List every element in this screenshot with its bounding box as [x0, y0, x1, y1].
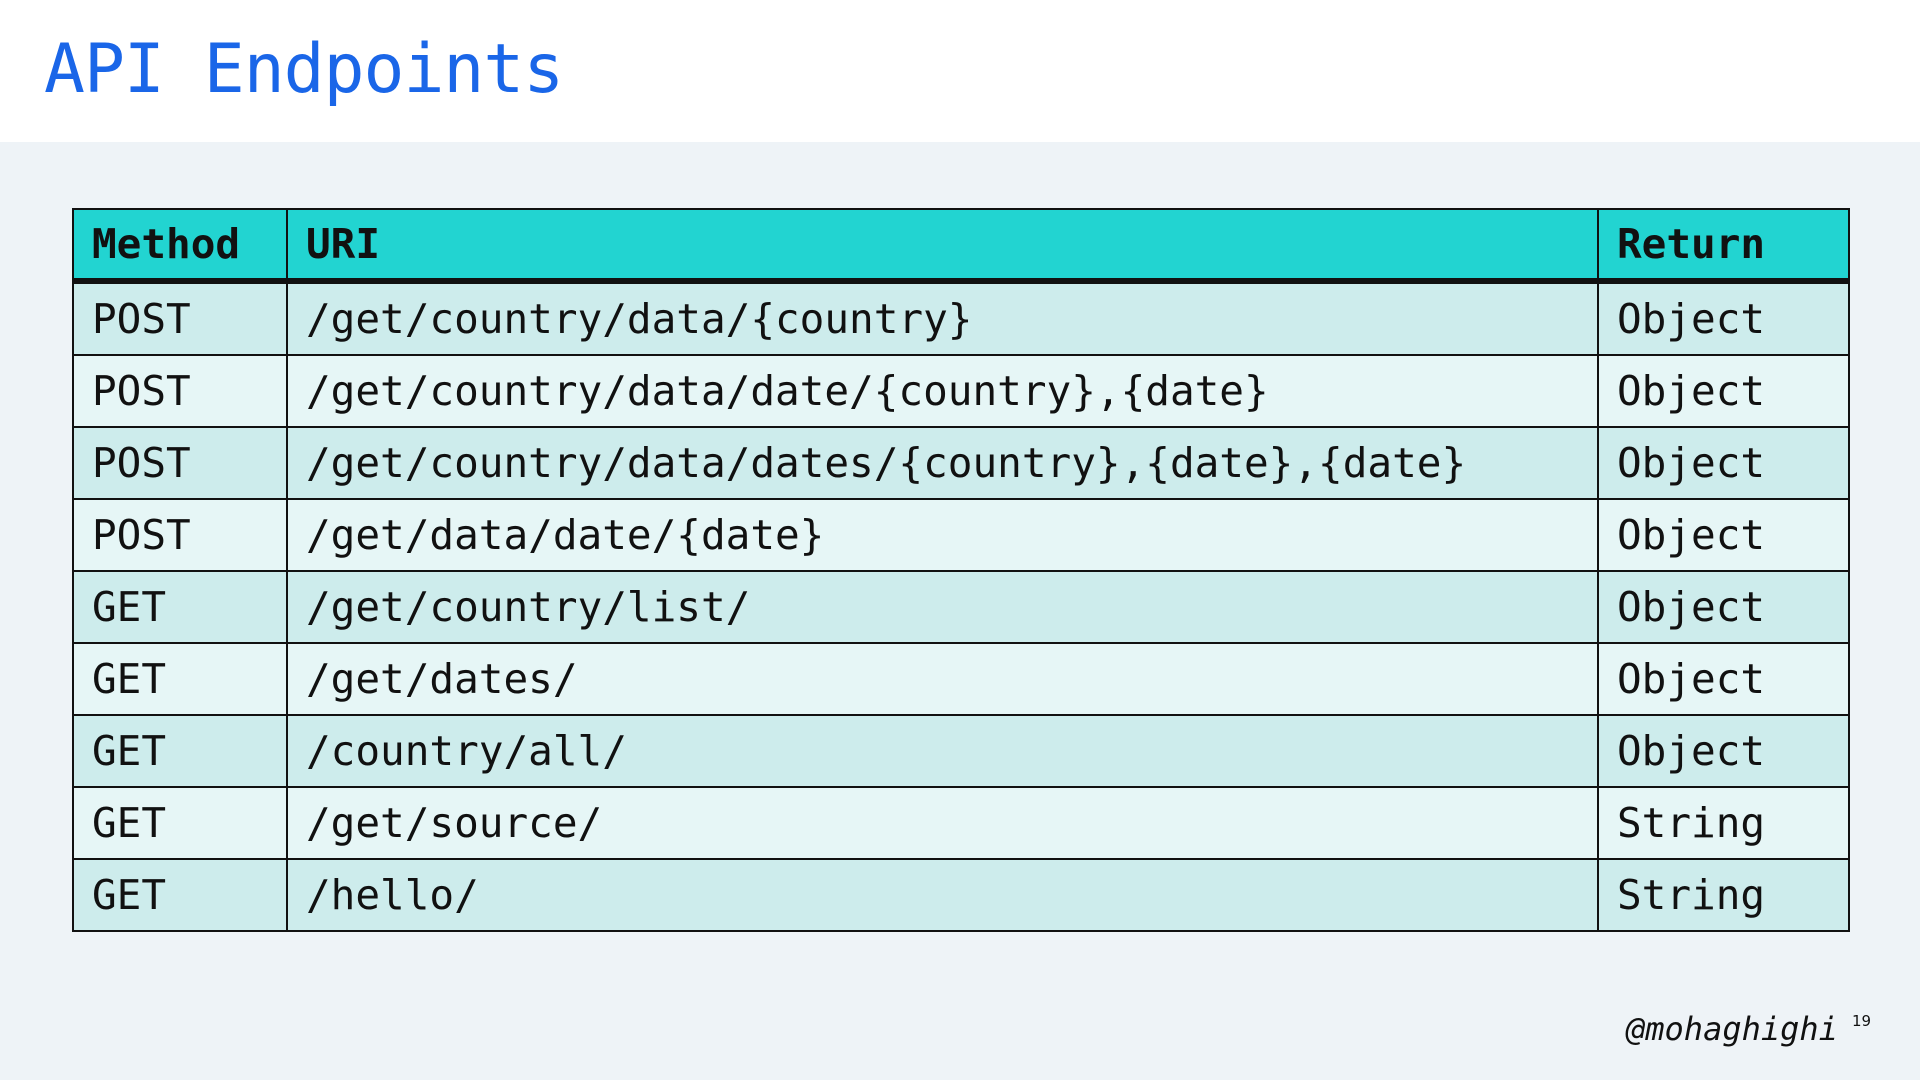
title-bar: API Endpoints — [0, 0, 1920, 142]
cell-uri: /get/country/list/ — [286, 570, 1599, 644]
table-row: POST /get/country/data/date/{country},{d… — [72, 354, 1850, 428]
cell-method: GET — [72, 714, 288, 788]
cell-uri: /get/country/data/dates/{country},{date}… — [286, 426, 1599, 500]
cell-uri: /get/dates/ — [286, 642, 1599, 716]
cell-uri: /get/country/data/{country} — [286, 280, 1599, 356]
cell-return: Object — [1597, 498, 1850, 572]
cell-return: Object — [1597, 714, 1850, 788]
cell-return: Object — [1597, 280, 1850, 356]
table-row: POST /get/data/date/{date} Object — [72, 498, 1850, 572]
cell-uri: /get/data/date/{date} — [286, 498, 1599, 572]
footer-handle: @mohaghighi — [1626, 1010, 1838, 1048]
table-row: GET /get/dates/ Object — [72, 642, 1850, 716]
cell-method: GET — [72, 786, 288, 860]
cell-method: POST — [72, 426, 288, 500]
table-row: POST /get/country/data/{country} Object — [72, 280, 1850, 356]
cell-method: GET — [72, 570, 288, 644]
table-row: GET /get/source/ String — [72, 786, 1850, 860]
cell-method: GET — [72, 858, 288, 932]
cell-uri: /get/country/data/date/{country},{date} — [286, 354, 1599, 428]
cell-method: POST — [72, 280, 288, 356]
cell-return: Object — [1597, 642, 1850, 716]
table-row: POST /get/country/data/dates/{country},{… — [72, 426, 1850, 500]
cell-method: POST — [72, 498, 288, 572]
page-number: 19 — [1852, 1012, 1872, 1030]
cell-return: Object — [1597, 426, 1850, 500]
table-row: GET /hello/ String — [72, 858, 1850, 932]
header-uri: URI — [286, 208, 1599, 284]
table-header-row: Method URI Return — [72, 208, 1850, 284]
cell-uri: /get/source/ — [286, 786, 1599, 860]
table-row: GET /get/country/list/ Object — [72, 570, 1850, 644]
cell-method: POST — [72, 354, 288, 428]
header-method: Method — [72, 208, 288, 284]
endpoints-table: Method URI Return POST /get/country/data… — [72, 208, 1850, 932]
cell-return: Object — [1597, 354, 1850, 428]
cell-method: GET — [72, 642, 288, 716]
table-row: GET /country/all/ Object — [72, 714, 1850, 788]
cell-return: String — [1597, 786, 1850, 860]
cell-return: String — [1597, 858, 1850, 932]
cell-uri: /country/all/ — [286, 714, 1599, 788]
header-return: Return — [1597, 208, 1850, 284]
cell-return: Object — [1597, 570, 1850, 644]
cell-uri: /hello/ — [286, 858, 1599, 932]
slide-title: API Endpoints — [44, 30, 564, 109]
